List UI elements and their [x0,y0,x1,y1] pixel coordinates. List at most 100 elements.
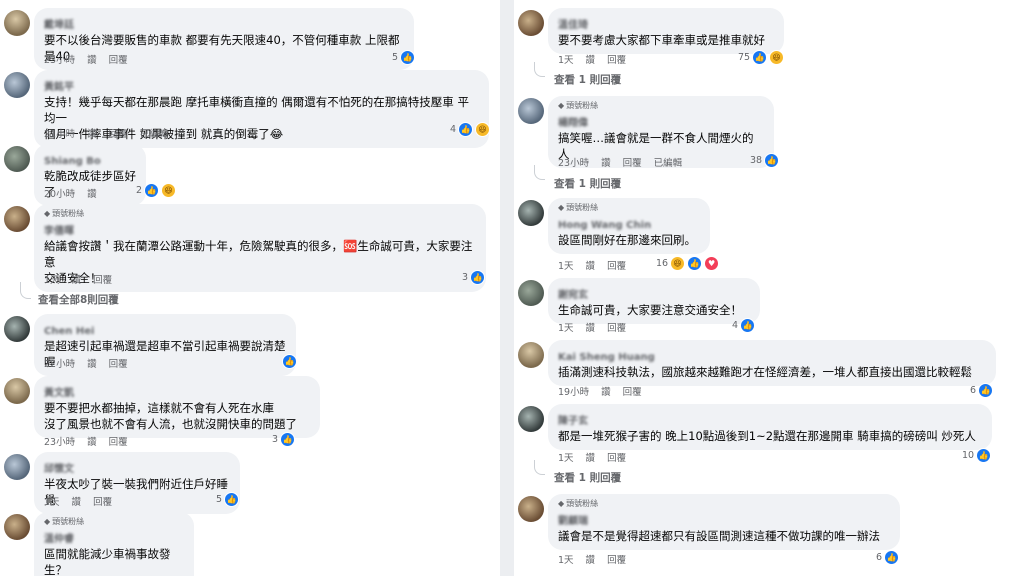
avatar[interactable] [518,342,544,368]
reaction-count[interactable]: 👍 [282,354,297,369]
avatar[interactable] [4,514,30,540]
like-button[interactable]: 讚 [586,555,596,566]
like-button[interactable]: 讚 [87,437,97,448]
timestamp[interactable]: 1天 [44,497,60,508]
like-button[interactable]: 讚 [586,453,596,464]
reply-button[interactable]: 回覆 [607,453,626,464]
view-replies-link[interactable]: 查看 1 則回覆 [554,72,621,87]
reaction-count[interactable]: 10 👍 [962,448,992,463]
commenter-name[interactable]: 黃銘平 [44,78,74,93]
reaction-count[interactable]: 2 👍 😆 [136,183,177,198]
reaction-count[interactable]: 3 👍 [462,270,486,285]
timestamp[interactable]: 19小時 [558,387,589,398]
reaction-count[interactable]: 4 👍 😆 [450,122,491,137]
timestamp[interactable]: 1天 [558,555,574,566]
reply-button[interactable]: 回覆 [607,323,626,334]
avatar[interactable] [4,206,30,232]
like-reaction-icon: 👍 [458,122,474,137]
like-button[interactable]: 讚 [586,261,596,272]
comment-actions: 19小時 讚 回覆 [558,384,654,398]
reply-button[interactable]: 回覆 [93,275,112,286]
reaction-count[interactable]: 6 👍 [970,383,994,398]
like-button[interactable]: 讚 [87,189,97,200]
reply-button[interactable]: 回覆 [109,55,128,66]
view-all-replies-link[interactable]: 查看全部8則回覆 [38,292,119,307]
commenter-name[interactable]: Kai Sheng Huang [558,352,655,363]
commenter-name[interactable]: 劉顧瑞 [558,512,588,527]
reaction-count[interactable]: 38 👍 [750,153,780,168]
reaction-count[interactable]: 3 👍 [272,432,296,447]
like-button[interactable]: 讚 [601,158,611,169]
timestamp[interactable]: 23小時 [558,158,589,169]
like-button[interactable]: 讚 [586,323,596,334]
care-reaction-icon: ♥ [704,256,720,271]
commenter-name[interactable]: 溫佳琦 [558,16,588,31]
reply-button[interactable]: 回覆 [109,359,128,370]
timestamp[interactable]: 22小時 [44,359,75,370]
reply-button[interactable]: 回覆 [623,158,642,169]
avatar[interactable] [4,10,30,36]
commenter-name[interactable]: 陳子玄 [558,412,588,427]
like-button[interactable]: 讚 [586,55,596,66]
commenter-name[interactable]: Shiang Bo [44,156,101,167]
like-button[interactable]: 讚 [87,129,97,140]
commenter-name[interactable]: 李僖暉 [44,222,74,237]
commenter-name[interactable]: Hong Wang Chin [558,220,651,231]
like-button[interactable]: 讚 [87,55,97,66]
top-fan-label: 頭號粉絲 [566,499,599,508]
commenter-name[interactable]: Chen Hei [44,326,94,337]
avatar[interactable] [4,316,30,342]
reply-button[interactable]: 回覆 [607,55,626,66]
commenter-name[interactable]: 戴埠廷 [44,16,74,31]
reaction-count[interactable]: 6 👍 [876,550,900,565]
avatar[interactable] [518,280,544,306]
reply-button[interactable]: 回覆 [109,437,128,448]
timestamp[interactable]: 23小時 [44,437,75,448]
view-replies-link[interactable]: 查看 1 則回覆 [554,176,621,191]
timestamp[interactable]: 1天 [44,275,60,286]
avatar[interactable] [4,146,30,172]
reply-button[interactable]: 回覆 [109,129,128,140]
diamond-icon: ◆ [44,517,51,526]
commenter-name[interactable]: 溫仲睿 [44,530,74,545]
timestamp[interactable]: 1天 [558,453,574,464]
comment-bubble: ◆頭號粉絲 溫仲睿 區間就能減少車禍事故發生？ 一切事在人為 [34,512,194,576]
avatar[interactable] [4,72,30,98]
like-button[interactable]: 讚 [72,497,82,508]
view-replies-link[interactable]: 查看 1 則回覆 [554,470,621,485]
avatar[interactable] [518,10,544,36]
avatar[interactable] [518,496,544,522]
reply-button[interactable]: 回覆 [623,387,642,398]
comment-actions: 1天 讚回覆 [558,552,638,566]
edited-label[interactable]: 已編輯 [140,129,169,140]
reaction-count[interactable]: 16 😆 👍 ♥ [656,256,720,271]
timestamp[interactable]: 20小時 [44,189,75,200]
reply-button[interactable]: 回覆 [607,555,626,566]
timestamp[interactable]: 1天 [558,55,574,66]
like-button[interactable]: 讚 [601,387,611,398]
timestamp[interactable]: 21小時 [44,129,75,140]
like-button[interactable]: 讚 [72,275,82,286]
avatar[interactable] [518,406,544,432]
reaction-count[interactable]: 75 👍 😆 [738,50,785,65]
timestamp[interactable]: 1天 [558,261,574,272]
reaction-count[interactable]: 5 👍 [216,492,240,507]
avatar[interactable] [518,200,544,226]
reaction-number: 4 [450,124,457,135]
like-reaction-icon: 👍 [764,153,780,168]
reply-button[interactable]: 回覆 [93,497,112,508]
reply-button[interactable]: 回覆 [607,261,626,272]
avatar[interactable] [518,98,544,124]
commenter-name[interactable]: 謝宛玄 [558,286,588,301]
commenter-name[interactable]: 黃文凱 [44,384,74,399]
avatar[interactable] [4,378,30,404]
edited-label[interactable]: 已編輯 [654,158,683,169]
commenter-name[interactable]: 楊翔偉 [558,114,588,129]
commenter-name[interactable]: 邱懷文 [44,460,74,475]
reaction-count[interactable]: 5 👍 [392,50,416,65]
like-button[interactable]: 讚 [87,359,97,370]
timestamp[interactable]: 23小時 [44,55,75,66]
avatar[interactable] [4,454,30,480]
timestamp[interactable]: 1天 [558,323,574,334]
reaction-count[interactable]: 4 👍 [732,318,756,333]
